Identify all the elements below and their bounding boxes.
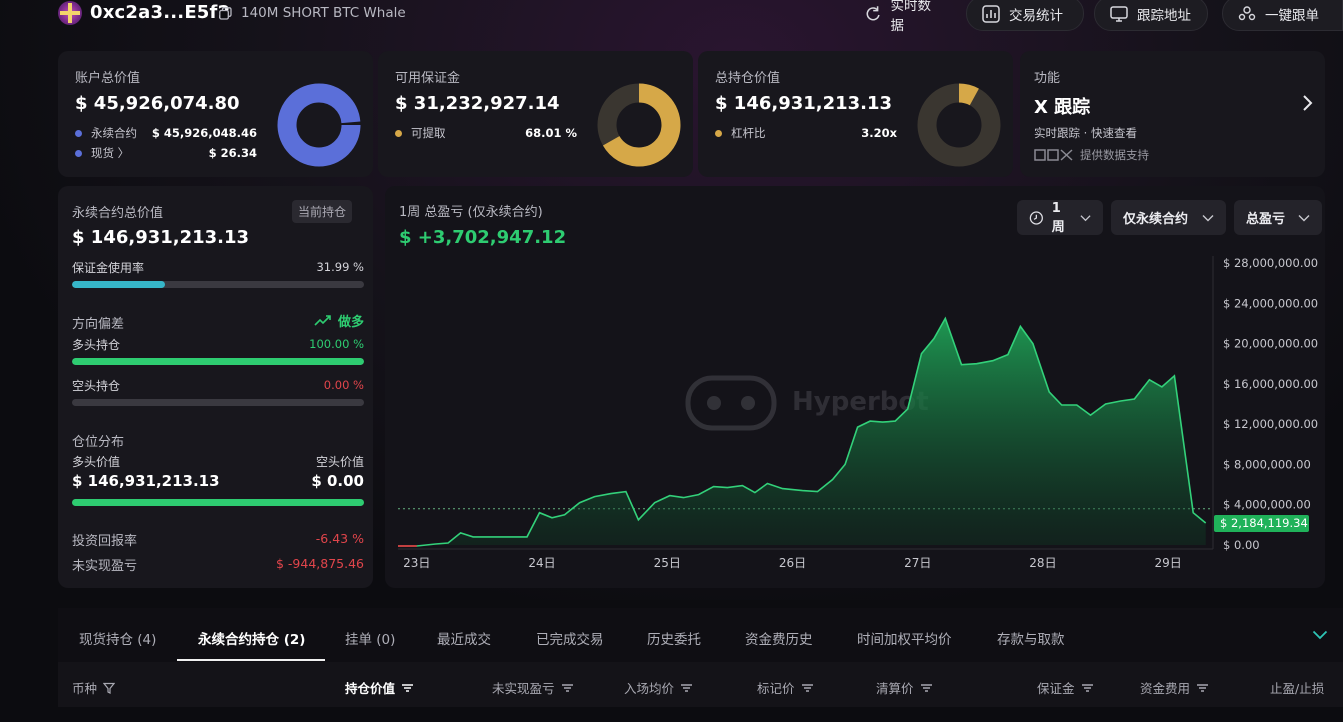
col-upnl[interactable]: 未实现盈亏 (492, 678, 574, 697)
sort-icon (801, 683, 813, 692)
tab-funding-history[interactable]: 资金费历史 (745, 628, 813, 648)
collapse-chevron-icon[interactable] (1312, 630, 1328, 640)
x-tick-label: 26日 (779, 556, 806, 570)
y-tick-label: $ 24,000,000.00 (1223, 296, 1318, 310)
sort-icon (1197, 683, 1209, 692)
y-tick-label: $ 12,000,000.00 (1223, 417, 1318, 431)
col-margin[interactable]: 保证金 (1037, 678, 1094, 697)
col-funding[interactable]: 资金费用 (1140, 678, 1209, 697)
col-tp-sl-label: 止盈/止损 (1270, 681, 1325, 696)
col-entry-price-label: 入场均价 (624, 681, 675, 696)
tab-completed-trades[interactable]: 已完成交易 (536, 628, 604, 648)
current-value-label: $ 2,184,119.34 (1220, 516, 1308, 530)
tab-order-history[interactable]: 历史委托 (647, 628, 701, 648)
x-tick-label: 27日 (904, 556, 931, 570)
col-margin-label: 保证金 (1037, 681, 1075, 696)
y-tick-label: $ 4,000,000.00 (1223, 498, 1311, 512)
tab-twap[interactable]: 时间加权平均价 (857, 628, 952, 648)
col-liq-price[interactable]: 清算价 (876, 678, 933, 697)
y-tick-label: $ 8,000,000.00 (1223, 457, 1311, 471)
col-tp-sl[interactable]: 止盈/止损 (1270, 678, 1324, 697)
sort-icon (681, 683, 693, 692)
watermark-logo (685, 375, 777, 431)
tab-deposits-withdrawals[interactable]: 存款与取款 (997, 628, 1065, 648)
tab-spot-positions[interactable]: 现货持仓 (4) (79, 628, 156, 648)
col-liq-price-label: 清算价 (876, 681, 914, 696)
filter-icon[interactable] (103, 682, 116, 694)
y-tick-label: $ 20,000,000.00 (1223, 337, 1318, 351)
sort-icon (920, 683, 932, 692)
x-tick-label: 25日 (654, 556, 681, 570)
tab-open-orders[interactable]: 挂单 (0) (345, 628, 395, 648)
col-mark-price[interactable]: 标记价 (757, 678, 814, 697)
x-tick-label: 23日 (403, 556, 430, 570)
x-tick-label: 28日 (1029, 556, 1056, 570)
tab-perp-positions[interactable]: 永续合约持仓 (2) (198, 628, 305, 648)
sort-icon (1081, 683, 1093, 692)
col-coin[interactable]: 币种 (72, 678, 116, 697)
col-position-value-label: 持仓价值 (345, 681, 396, 696)
x-tick-label: 29日 (1155, 556, 1182, 570)
col-mark-price-label: 标记价 (757, 681, 795, 696)
y-tick-label: $ 0.00 (1223, 538, 1260, 552)
col-upnl-label: 未实现盈亏 (492, 681, 555, 696)
sort-icon (402, 683, 414, 692)
col-position-value[interactable]: 持仓价值 (345, 678, 414, 697)
col-funding-label: 资金费用 (1140, 681, 1191, 696)
x-tick-label: 24日 (528, 556, 555, 570)
active-tab-indicator (177, 659, 325, 661)
sort-icon (561, 683, 573, 692)
col-coin-label: 币种 (72, 681, 98, 696)
pnl-area (398, 318, 1206, 546)
y-tick-label: $ 28,000,000.00 (1223, 256, 1318, 270)
col-entry-price[interactable]: 入场均价 (624, 678, 693, 697)
y-tick-label: $ 16,000,000.00 (1223, 377, 1318, 391)
tab-recent-trades[interactable]: 最近成交 (437, 628, 491, 648)
